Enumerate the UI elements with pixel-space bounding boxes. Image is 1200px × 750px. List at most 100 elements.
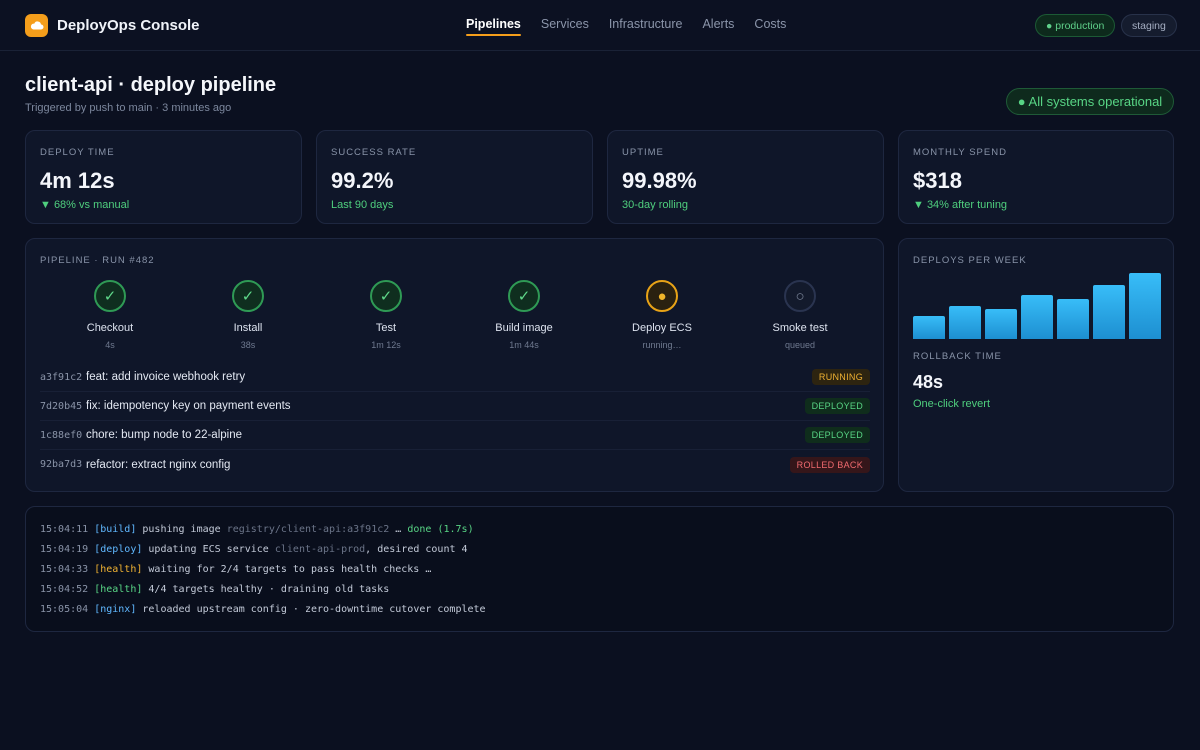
step-name: Smoke test xyxy=(772,322,828,334)
pipeline-step-test[interactable]: ✓ Test 1m 12s xyxy=(326,280,446,350)
status-badge: DEPLOYED xyxy=(804,398,870,414)
log-timestamp: 15:05:04 xyxy=(40,604,89,615)
nav-infrastructure[interactable]: Infrastructure xyxy=(609,17,683,31)
status-badge: ROLLED BACK xyxy=(789,456,870,473)
log-tail: , desired count 4 xyxy=(365,544,468,555)
commit-message: feat: add invoice webhook retry xyxy=(86,371,246,383)
chart-bar xyxy=(949,306,981,339)
brand-name: DeployOps Console xyxy=(57,17,200,34)
log-timestamp: 15:04:52 xyxy=(40,584,89,595)
nav-pipelines[interactable]: Pipelines xyxy=(466,17,521,36)
step-duration: 1m 12s xyxy=(371,340,401,350)
kpi-value: 99.98% xyxy=(622,168,697,193)
nav-services[interactable]: Services xyxy=(541,17,589,31)
running-dot-icon: ● xyxy=(646,280,678,312)
kpi-value: 4m 12s xyxy=(40,168,115,193)
status-badge: DEPLOYED xyxy=(804,427,870,443)
step-duration: 4s xyxy=(105,340,115,350)
log-ok: done (1.7s) xyxy=(407,524,474,535)
chart-bar xyxy=(1021,295,1053,339)
page-title: client-api · deploy pipeline xyxy=(25,74,277,96)
queued-circle-icon: ○ xyxy=(784,280,816,312)
cloud-icon xyxy=(30,17,44,35)
nav-alerts[interactable]: Alerts xyxy=(702,17,734,31)
log-line: 15:04:52 [health] 4/4 targets healthy · … xyxy=(40,584,389,595)
step-name: Deploy ECS xyxy=(632,322,692,334)
kpi-card-uptime: UPTIME 99.98% 30-day rolling xyxy=(607,130,884,224)
deploys-bar-chart xyxy=(913,273,1161,339)
log-timestamp: 15:04:19 xyxy=(40,544,89,555)
step-duration: 1m 44s xyxy=(509,340,539,350)
log-line: 15:04:33 [health] waiting for 2/4 target… xyxy=(40,564,431,575)
env-production-button[interactable]: ● production xyxy=(1035,14,1116,37)
log-tag: [health] xyxy=(94,564,143,575)
step-name: Build image xyxy=(495,322,553,334)
log-text: waiting for 2/4 targets to pass health c… xyxy=(148,564,432,575)
commit-row[interactable]: 7d20b45 fix: idempotency key on payment … xyxy=(40,392,870,421)
pipeline-step-deploy-ecs[interactable]: ● Deploy ECS running… xyxy=(602,280,722,350)
commit-row[interactable]: 1c88ef0 chore: bump node to 22-alpine DE… xyxy=(40,421,870,450)
top-bar: DeployOps Console Pipelines Services Inf… xyxy=(0,0,1200,51)
main-nav: Pipelines Services Infrastructure Alerts… xyxy=(466,17,786,36)
status-badge: RUNNING xyxy=(811,369,870,385)
log-text: pushing image xyxy=(142,524,221,535)
log-text: 4/4 targets healthy · draining old tasks xyxy=(148,584,390,595)
commit-row[interactable]: a3f91c2 feat: add invoice webhook retry … xyxy=(40,363,870,392)
log-timestamp: 15:04:33 xyxy=(40,564,89,575)
log-tag: [build] xyxy=(94,524,137,535)
system-status-badge: ● All systems operational xyxy=(1006,88,1174,115)
chart-bar xyxy=(985,309,1017,339)
log-timestamp: 15:04:11 xyxy=(40,524,89,535)
chart-bar xyxy=(1129,273,1161,339)
kpi-value: $318 xyxy=(913,168,962,193)
pipeline-step-install[interactable]: ✓ Install 38s xyxy=(188,280,308,350)
pipeline-step-build-image[interactable]: ✓ Build image 1m 44s xyxy=(464,280,584,350)
commit-message: refactor: extract nginx config xyxy=(86,458,231,471)
commit-row[interactable]: 92ba7d3 refactor: extract nginx config R… xyxy=(40,450,870,479)
kpi-label: UPTIME xyxy=(622,147,664,158)
app-logo[interactable] xyxy=(25,14,48,37)
rollback-time-value: 48s xyxy=(913,372,944,392)
step-duration: 38s xyxy=(240,340,256,350)
kpi-note: 30-day rolling xyxy=(622,199,689,211)
pipeline-step-checkout[interactable]: ✓ Checkout 4s xyxy=(50,280,170,350)
step-name: Test xyxy=(375,322,397,334)
check-icon: ✓ xyxy=(370,280,402,312)
env-staging-button[interactable]: staging xyxy=(1121,14,1177,37)
kpi-label: DEPLOY TIME xyxy=(40,147,115,158)
log-muted: registry/client-api:a3f91c2 xyxy=(226,524,390,535)
commit-sha: 7d20b45 xyxy=(40,400,83,412)
kpi-card-monthly-spend: MONTHLY SPEND $318 ▼ 34% after tuning xyxy=(898,130,1174,224)
chart-bar xyxy=(1093,285,1125,339)
check-icon: ✓ xyxy=(232,280,264,312)
commit-sha: 92ba7d3 xyxy=(40,459,83,470)
step-name: Install xyxy=(233,322,263,334)
kpi-label: SUCCESS RATE xyxy=(331,147,417,158)
log-muted: client-api-prod xyxy=(274,544,366,555)
deploy-log-panel[interactable]: 15:04:11 [build] pushing image registry/… xyxy=(25,506,1174,632)
kpi-note: ▼ 68% vs manual xyxy=(40,199,130,211)
log-line: 15:04:19 [deploy] updating ECS service c… xyxy=(40,544,468,555)
kpi-card-success-rate: SUCCESS RATE 99.2% Last 90 days xyxy=(316,130,593,224)
rollback-time-label: ROLLBACK TIME xyxy=(913,351,1002,362)
log-tag: [nginx] xyxy=(94,604,137,615)
kpi-label: MONTHLY SPEND xyxy=(913,147,1007,158)
pipeline-step-smoke-test[interactable]: ○ Smoke test queued xyxy=(740,280,860,350)
log-text: updating ECS service xyxy=(148,544,269,555)
commit-sha: 1c88ef0 xyxy=(40,429,83,441)
log-line: 15:05:04 [nginx] reloaded upstream confi… xyxy=(40,604,486,615)
pipeline-card: PIPELINE · RUN #482 ✓ Checkout 4s ✓ Inst… xyxy=(25,238,884,492)
nav-costs[interactable]: Costs xyxy=(754,17,786,31)
log-text: reloaded upstream config · zero-downtime… xyxy=(142,604,486,615)
commit-message: fix: idempotency key on payment events xyxy=(86,400,291,412)
rollback-note: One-click revert xyxy=(913,398,991,410)
chart-bar xyxy=(913,316,945,339)
kpi-note: ▼ 34% after tuning xyxy=(913,199,1008,211)
deploys-per-week-card: DEPLOYS PER WEEK ROLLBACK TIME 48s One-c… xyxy=(898,238,1174,492)
step-duration: running… xyxy=(642,340,682,350)
log-tag: [deploy] xyxy=(94,544,143,555)
deploys-chart-title: DEPLOYS PER WEEK xyxy=(913,255,1027,266)
check-icon: ✓ xyxy=(94,280,126,312)
log-tag: [health] xyxy=(94,584,143,595)
kpi-value: 99.2% xyxy=(331,168,394,193)
